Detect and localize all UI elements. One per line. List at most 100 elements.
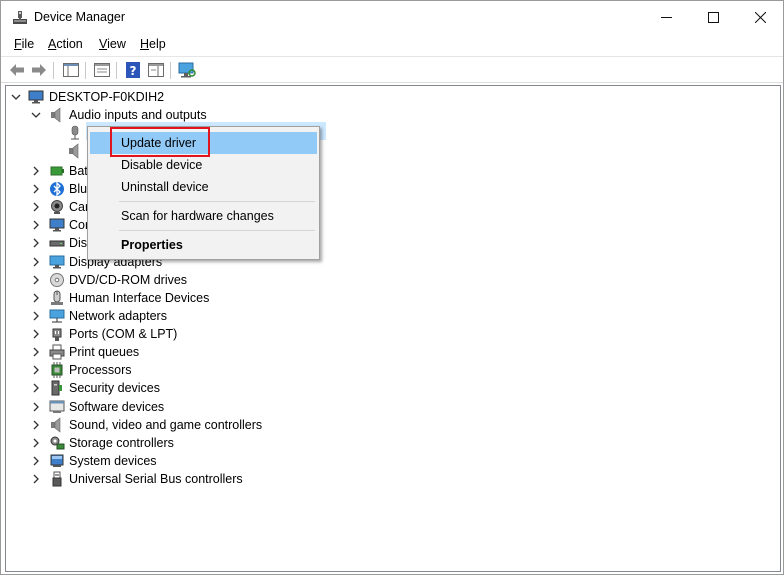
context-menu-scan-hardware[interactable]: Scan for hardware changes: [90, 205, 317, 227]
context-menu-separator: [119, 230, 315, 231]
window-title: Device Manager: [34, 10, 126, 24]
context-menu-properties[interactable]: Properties: [90, 234, 317, 256]
svg-text:?: ?: [130, 64, 137, 78]
device-manager-window: Device Manager File Action View Help ? D…: [0, 0, 784, 575]
close-button[interactable]: [737, 1, 783, 34]
network-adapter-icon: [49, 308, 65, 324]
forward-icon: [32, 64, 46, 76]
forward-button[interactable]: [30, 61, 48, 79]
tree-root-label[interactable]: DESKTOP-F0KDIH2: [49, 90, 164, 104]
action-pane-button[interactable]: [147, 61, 165, 79]
back-icon: [10, 64, 24, 76]
disk-drive-icon: [49, 235, 65, 251]
display-adapter-icon: [49, 254, 65, 270]
tree-category-item[interactable]: Blu: [69, 182, 87, 196]
tree-category-audio[interactable]: Audio inputs and outputs: [69, 108, 207, 122]
tree-category-item[interactable]: Network adapters: [69, 309, 167, 323]
chevron-right-icon[interactable]: [31, 166, 41, 176]
scan-hardware-icon: [178, 62, 196, 78]
tree-category-item[interactable]: Sound, video and game controllers: [69, 418, 262, 432]
back-button[interactable]: [8, 61, 26, 79]
chevron-down-icon[interactable]: [31, 110, 41, 120]
minimize-button[interactable]: [643, 1, 689, 34]
chevron-right-icon[interactable]: [31, 238, 41, 248]
toolbar: ?: [1, 56, 783, 83]
storage-controller-icon: [49, 435, 65, 451]
hid-icon: [49, 290, 65, 306]
computer-icon: [49, 217, 65, 233]
system-device-icon: [49, 453, 65, 469]
port-icon: [49, 326, 65, 342]
annotation-highlight-box: [110, 127, 210, 157]
tree-category-item[interactable]: Bat: [69, 164, 88, 178]
menu-action[interactable]: Action: [48, 37, 83, 51]
tree-category-item[interactable]: Software devices: [69, 400, 164, 414]
chevron-right-icon[interactable]: [31, 420, 41, 430]
chevron-right-icon[interactable]: [31, 474, 41, 484]
usb-icon: [49, 471, 65, 487]
menu-bar: File Action View Help: [1, 35, 783, 55]
close-icon: [754, 12, 766, 23]
computer-root-icon: [28, 89, 44, 105]
toolbar-separator: [53, 62, 54, 79]
chevron-right-icon[interactable]: [31, 311, 41, 321]
tree-category-item[interactable]: Human Interface Devices: [69, 291, 209, 305]
chevron-right-icon[interactable]: [31, 329, 41, 339]
tree-category-item[interactable]: Security devices: [69, 381, 160, 395]
minimize-icon: [660, 17, 672, 18]
battery-icon: [49, 163, 65, 179]
context-menu-uninstall-device[interactable]: Uninstall device: [90, 176, 317, 198]
chevron-right-icon[interactable]: [31, 257, 41, 267]
properties-button[interactable]: [93, 61, 111, 79]
title-bar[interactable]: Device Manager: [1, 1, 783, 34]
maximize-button[interactable]: [690, 1, 736, 34]
chevron-right-icon[interactable]: [31, 365, 41, 375]
chevron-right-icon[interactable]: [31, 202, 41, 212]
scan-hardware-button[interactable]: [178, 61, 196, 79]
tree-category-item[interactable]: Ports (COM & LPT): [69, 327, 177, 341]
tree-category-item[interactable]: Universal Serial Bus controllers: [69, 472, 243, 486]
processor-icon: [49, 362, 65, 379]
toolbar-separator: [85, 62, 86, 79]
speaker-icon: [49, 107, 65, 123]
context-menu-disable-device[interactable]: Disable device: [90, 154, 317, 176]
help-icon: ?: [126, 62, 140, 78]
menu-help[interactable]: Help: [140, 37, 166, 51]
speaker-icon: [49, 417, 65, 433]
tree-category-item[interactable]: Processors: [69, 363, 132, 377]
printer-icon: [49, 344, 65, 360]
action-pane-icon: [148, 63, 164, 77]
properties-icon: [94, 63, 110, 77]
menu-view[interactable]: View: [99, 37, 126, 51]
toolbar-separator: [170, 62, 171, 79]
tree-category-item[interactable]: System devices: [69, 454, 157, 468]
chevron-down-icon[interactable]: [11, 92, 21, 102]
software-device-icon: [49, 399, 65, 415]
chevron-right-icon[interactable]: [31, 347, 41, 357]
toolbar-separator: [116, 62, 117, 79]
chevron-right-icon[interactable]: [31, 438, 41, 448]
chevron-right-icon[interactable]: [31, 293, 41, 303]
context-menu-separator: [119, 201, 315, 202]
show-hide-console-tree-icon: [63, 63, 79, 77]
chevron-right-icon[interactable]: [31, 456, 41, 466]
chevron-right-icon[interactable]: [31, 402, 41, 412]
device-manager-app-icon: [12, 10, 28, 26]
camera-icon: [49, 199, 65, 215]
tree-category-item[interactable]: Print queues: [69, 345, 139, 359]
menu-file[interactable]: File: [14, 37, 34, 51]
dvd-drive-icon: [49, 272, 65, 288]
chevron-right-icon[interactable]: [31, 383, 41, 393]
show-hide-console-tree-button[interactable]: [62, 61, 80, 79]
chevron-right-icon[interactable]: [31, 275, 41, 285]
help-button[interactable]: ?: [124, 61, 142, 79]
chevron-right-icon[interactable]: [31, 220, 41, 230]
security-device-icon: [49, 380, 65, 396]
microphone-icon: [67, 125, 83, 141]
chevron-right-icon[interactable]: [31, 184, 41, 194]
tree-category-item[interactable]: Storage controllers: [69, 436, 174, 450]
speaker-icon: [67, 143, 83, 159]
tree-category-item[interactable]: DVD/CD-ROM drives: [69, 273, 187, 287]
maximize-icon: [707, 12, 719, 23]
bluetooth-icon: [49, 181, 65, 197]
